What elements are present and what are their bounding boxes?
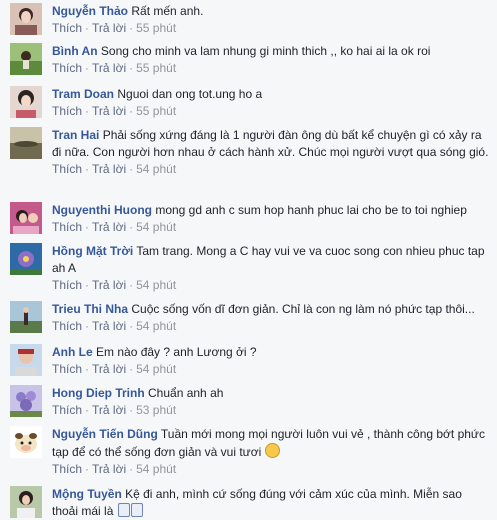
separator: · [129, 162, 134, 176]
comment-text: Em nào đây ? anh Lương ởi ? [96, 345, 257, 359]
thumbs-up-icon [117, 503, 130, 517]
timestamp[interactable]: 55 phút [136, 21, 176, 35]
reply-link[interactable]: Trả lời [92, 278, 126, 292]
commenter-name[interactable]: Nguyễn Thảo [52, 4, 128, 18]
avatar[interactable] [10, 202, 42, 234]
separator: · [129, 462, 134, 476]
separator: · [129, 319, 134, 333]
comment-text: mong gd anh c sum hop hanh phuc lai cho … [155, 203, 467, 217]
like-link[interactable]: Thích [52, 362, 82, 376]
separator: · [85, 362, 90, 376]
avatar[interactable] [10, 486, 42, 518]
reply-link[interactable]: Trả lời [92, 61, 126, 75]
avatar[interactable] [10, 243, 42, 275]
reply-link[interactable]: Trả lời [92, 21, 126, 35]
reply-link[interactable]: Trả lời [92, 220, 126, 234]
separator: · [129, 220, 134, 234]
comment-text: Rất mến anh. [131, 4, 204, 18]
timestamp[interactable]: 54 phút [136, 278, 176, 292]
commenter-name[interactable]: Tram Doan [52, 87, 114, 101]
comment-text: Phải sống xứng đáng là 1 người đàn ông d… [52, 128, 489, 159]
separator: · [85, 162, 90, 176]
commenter-name[interactable]: Hồng Mặt Trời [52, 244, 133, 258]
avatar[interactable] [10, 301, 42, 333]
timestamp[interactable]: 53 phút [136, 403, 176, 417]
commenter-name[interactable]: Trieu Thi Nha [52, 302, 128, 316]
separator: · [129, 278, 134, 292]
like-link[interactable]: Thích [52, 278, 82, 292]
commenter-name[interactable]: Bình An [52, 44, 98, 58]
separator: · [85, 61, 90, 75]
avatar[interactable] [10, 43, 42, 75]
separator: · [129, 61, 134, 75]
like-link[interactable]: Thích [52, 462, 82, 476]
commenter-name[interactable]: Anh Le [52, 345, 93, 359]
timestamp[interactable]: 54 phút [136, 220, 176, 234]
comment-text: Song cho minh va lam nhung gi minh thich… [100, 44, 431, 58]
like-link[interactable]: Thích [52, 104, 82, 118]
timestamp[interactable]: 54 phút [136, 162, 176, 176]
separator: · [129, 362, 134, 376]
reply-link[interactable]: Trả lời [92, 162, 126, 176]
avatar[interactable] [10, 385, 42, 417]
timestamp[interactable]: 54 phút [136, 319, 176, 333]
timestamp[interactable]: 55 phút [136, 61, 176, 75]
reply-link[interactable]: Trả lời [92, 319, 126, 333]
avatar[interactable] [10, 426, 42, 458]
smile-emoji-icon [264, 443, 280, 458]
like-link[interactable]: Thích [52, 61, 82, 75]
timestamp[interactable]: 55 phút [136, 104, 176, 118]
separator: · [129, 104, 134, 118]
separator: · [129, 403, 134, 417]
comment-text: Nguoi dan ong tot.ung ho a [117, 87, 263, 101]
avatar[interactable] [10, 86, 42, 118]
like-link[interactable]: Thích [52, 162, 82, 176]
separator: · [85, 220, 90, 234]
separator: · [85, 403, 90, 417]
avatar[interactable] [10, 127, 42, 159]
commenter-name[interactable]: Tran Hai [52, 128, 99, 142]
like-link[interactable]: Thích [52, 403, 82, 417]
reply-link[interactable]: Trả lời [92, 462, 126, 476]
separator: · [85, 21, 90, 35]
like-link[interactable]: Thích [52, 319, 82, 333]
avatar[interactable] [10, 3, 42, 35]
like-link[interactable]: Thích [52, 220, 82, 234]
reply-link[interactable]: Trả lời [92, 362, 126, 376]
reply-link[interactable]: Trả lời [92, 403, 126, 417]
commenter-name[interactable]: Nguyenthi Huong [52, 203, 152, 217]
commenter-name[interactable]: Nguyễn Tiến Dũng [52, 427, 158, 441]
separator: · [129, 21, 134, 35]
commenter-name[interactable]: Hong Diep Trinh [52, 386, 145, 400]
timestamp[interactable]: 54 phút [136, 362, 176, 376]
comment-text: Chuẩn anh ah [148, 386, 224, 400]
timestamp[interactable]: 54 phút [136, 462, 176, 476]
separator: · [85, 104, 90, 118]
thumbs-up-icon [130, 503, 143, 517]
separator: · [85, 319, 90, 333]
commenter-name[interactable]: Mộng Tuyền [52, 487, 122, 501]
separator: · [85, 462, 90, 476]
comment-text: Cuộc sống vốn dĩ đơn giản. Chỉ là con ng… [131, 302, 475, 316]
separator: · [85, 278, 90, 292]
avatar[interactable] [10, 344, 42, 376]
like-link[interactable]: Thích [52, 21, 82, 35]
reply-link[interactable]: Trả lời [92, 104, 126, 118]
